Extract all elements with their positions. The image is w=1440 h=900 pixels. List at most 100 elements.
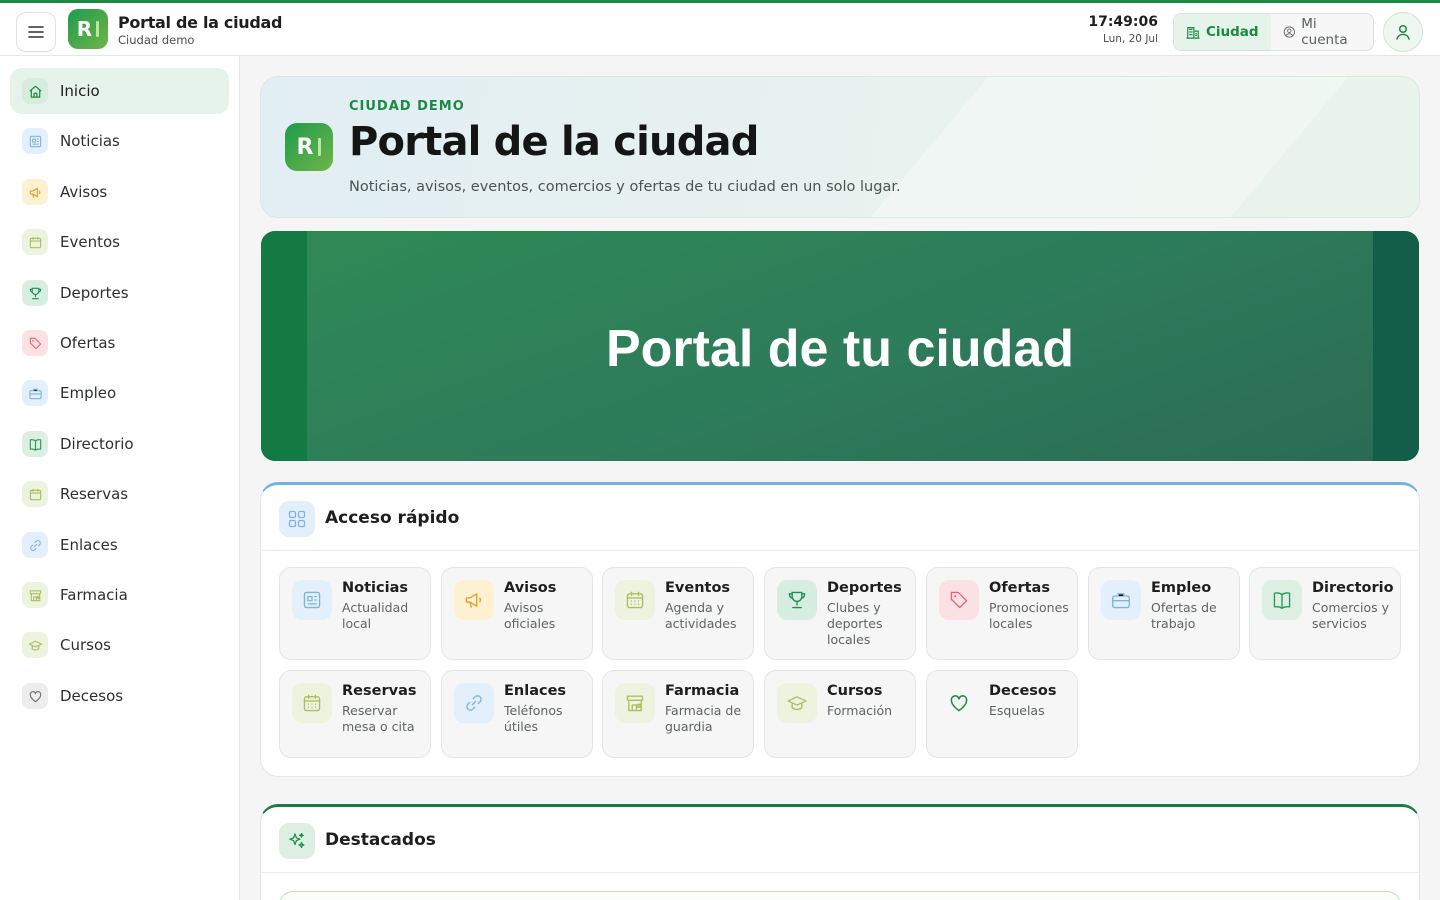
tile-cursos[interactable]: Cursos Formación xyxy=(764,670,916,758)
tag-icon xyxy=(939,580,979,620)
hero-title: Portal de la ciudad xyxy=(349,119,759,165)
promo-banner[interactable]: Portal de tu ciudad xyxy=(261,231,1419,461)
sidebar-item-directorio[interactable]: Directorio xyxy=(10,421,229,467)
sidebar-item-cursos[interactable]: Cursos xyxy=(10,622,229,668)
top-bar: R Portal de la ciudad Ciudad demo 17:49:… xyxy=(0,0,1440,56)
featured-header: Destacados xyxy=(261,807,1419,873)
brand-title[interactable]: Portal de la ciudad xyxy=(118,13,283,32)
sidebar-item-label: Inicio xyxy=(60,82,100,100)
sidebar-item-label: Cursos xyxy=(60,636,111,654)
book-icon xyxy=(1262,580,1302,620)
home-icon xyxy=(22,78,48,104)
featured-title: Destacados xyxy=(325,830,436,850)
sidebar-item-eventos[interactable]: Eventos xyxy=(10,219,229,265)
grid-icon xyxy=(279,501,315,537)
calendar-icon xyxy=(292,683,332,723)
clock-date: Lun, 20 Jul xyxy=(1102,33,1158,45)
banner-text: Portal de tu ciudad xyxy=(605,320,1075,378)
calendar-icon xyxy=(615,580,655,620)
tile-title: Reservas xyxy=(342,683,417,699)
sidebar-item-empleo[interactable]: Empleo xyxy=(10,370,229,416)
hero-logo-mark: R xyxy=(296,134,314,160)
tab-mi-cuenta[interactable]: Mi cuenta xyxy=(1271,14,1373,50)
tile-reservas[interactable]: Reservas Reservar mesa o cita xyxy=(279,670,431,758)
tile-empleo[interactable]: Empleo Ofertas de trabajo xyxy=(1088,567,1240,660)
hero-eyebrow: CIUDAD DEMO xyxy=(349,99,465,114)
quick-access-header: Acceso rápido xyxy=(261,485,1419,551)
brand-subtitle: Ciudad demo xyxy=(118,33,195,47)
tile-title: Eventos xyxy=(665,580,731,596)
sidebar-item-farmacia[interactable]: Farmacia xyxy=(10,572,229,618)
tab-ciudad[interactable]: Ciudad xyxy=(1174,14,1271,50)
graduation-cap-icon xyxy=(777,683,817,723)
tab-ciudad-label: Ciudad xyxy=(1206,24,1259,40)
sidebar-item-label: Farmacia xyxy=(60,586,128,604)
newspaper-icon xyxy=(22,128,48,154)
sidebar-item-label: Noticias xyxy=(60,132,120,150)
tile-subtitle: Avisos oficiales xyxy=(504,600,556,631)
tile-deportes[interactable]: Deportes Clubes y deportes locales xyxy=(764,567,916,660)
sidebar-item-deportes[interactable]: Deportes xyxy=(10,270,229,316)
tile-enlaces[interactable]: Enlaces Teléfonos útiles xyxy=(441,670,593,758)
sidebar-item-label: Eventos xyxy=(60,233,120,251)
quick-access-panel: Acceso rápido Noticias Actualidad local … xyxy=(260,482,1420,777)
tile-subtitle: Actualidad local xyxy=(342,600,409,631)
tile-noticias[interactable]: Noticias Actualidad local xyxy=(279,567,431,660)
heart-icon xyxy=(939,683,979,723)
brand-mark: R xyxy=(76,17,93,41)
tile-title: Cursos xyxy=(827,683,883,699)
sidebar-item-avisos[interactable]: Avisos xyxy=(10,169,229,215)
featured-card[interactable] xyxy=(279,891,1401,900)
sidebar-item-ofertas[interactable]: Ofertas xyxy=(10,320,229,366)
sidebar-item-label: Directorio xyxy=(60,435,134,453)
store-icon xyxy=(22,582,48,608)
sidebar-item-label: Empleo xyxy=(60,384,117,402)
sidebar-item-label: Decesos xyxy=(60,687,124,705)
sidebar-item-inicio[interactable]: Inicio xyxy=(10,68,229,114)
tile-title: Ofertas xyxy=(989,580,1050,596)
sidebar-item-label: Reservas xyxy=(60,485,129,503)
tile-directorio[interactable]: Directorio Comercios y servicios xyxy=(1249,567,1401,660)
sidebar-item-noticias[interactable]: Noticias xyxy=(10,118,229,164)
tile-eventos[interactable]: Eventos Agenda y actividades xyxy=(602,567,754,660)
megaphone-icon xyxy=(454,580,494,620)
tile-subtitle: Reservar mesa o cita xyxy=(342,703,415,734)
sidebar-item-label: Deportes xyxy=(60,284,129,302)
tile-title: Directorio xyxy=(1312,580,1394,596)
tile-subtitle: Ofertas de trabajo xyxy=(1151,600,1217,631)
tile-subtitle: Esquelas xyxy=(989,703,1045,718)
tile-ofertas[interactable]: Ofertas Promociones locales xyxy=(926,567,1078,660)
briefcase-icon xyxy=(1101,580,1141,620)
tab-mi-cuenta-label: Mi cuenta xyxy=(1301,16,1348,48)
sidebar-item-enlaces[interactable]: Enlaces xyxy=(10,522,229,568)
hero-logo: R xyxy=(285,123,333,171)
megaphone-icon xyxy=(22,179,48,205)
clock-time: 17:49:06 xyxy=(1088,14,1158,30)
featured-panel: Destacados xyxy=(260,804,1420,900)
briefcase-icon xyxy=(22,380,48,406)
user-avatar[interactable] xyxy=(1383,12,1423,52)
tile-title: Farmacia xyxy=(665,683,740,699)
tile-farmacia[interactable]: Farmacia Farmacia de guardia xyxy=(602,670,754,758)
tile-avisos[interactable]: Avisos Avisos oficiales xyxy=(441,567,593,660)
tile-title: Noticias xyxy=(342,580,408,596)
sidebar: Inicio Noticias Avisos Eventos Deportes … xyxy=(0,56,240,900)
tile-subtitle: Agenda y actividades xyxy=(665,600,737,631)
graduation-cap-icon xyxy=(22,632,48,658)
link-icon xyxy=(454,683,494,723)
tile-decesos[interactable]: Decesos Esquelas xyxy=(926,670,1078,758)
tile-subtitle: Promociones locales xyxy=(989,600,1069,631)
hero-card: R CIUDAD DEMO Portal de la ciudad Notici… xyxy=(260,76,1420,218)
book-icon xyxy=(22,431,48,457)
brand-logo[interactable]: R xyxy=(68,9,108,49)
trophy-icon xyxy=(22,280,48,306)
calendar-icon xyxy=(22,481,48,507)
menu-button[interactable] xyxy=(16,12,56,52)
sidebar-item-label: Avisos xyxy=(60,183,108,201)
store-icon xyxy=(615,683,655,723)
sidebar-item-label: Enlaces xyxy=(60,536,118,554)
sidebar-item-reservas[interactable]: Reservas xyxy=(10,471,229,517)
sidebar-item-decesos[interactable]: Decesos xyxy=(10,673,229,719)
tag-icon xyxy=(22,330,48,356)
user-icon xyxy=(1396,24,1410,40)
